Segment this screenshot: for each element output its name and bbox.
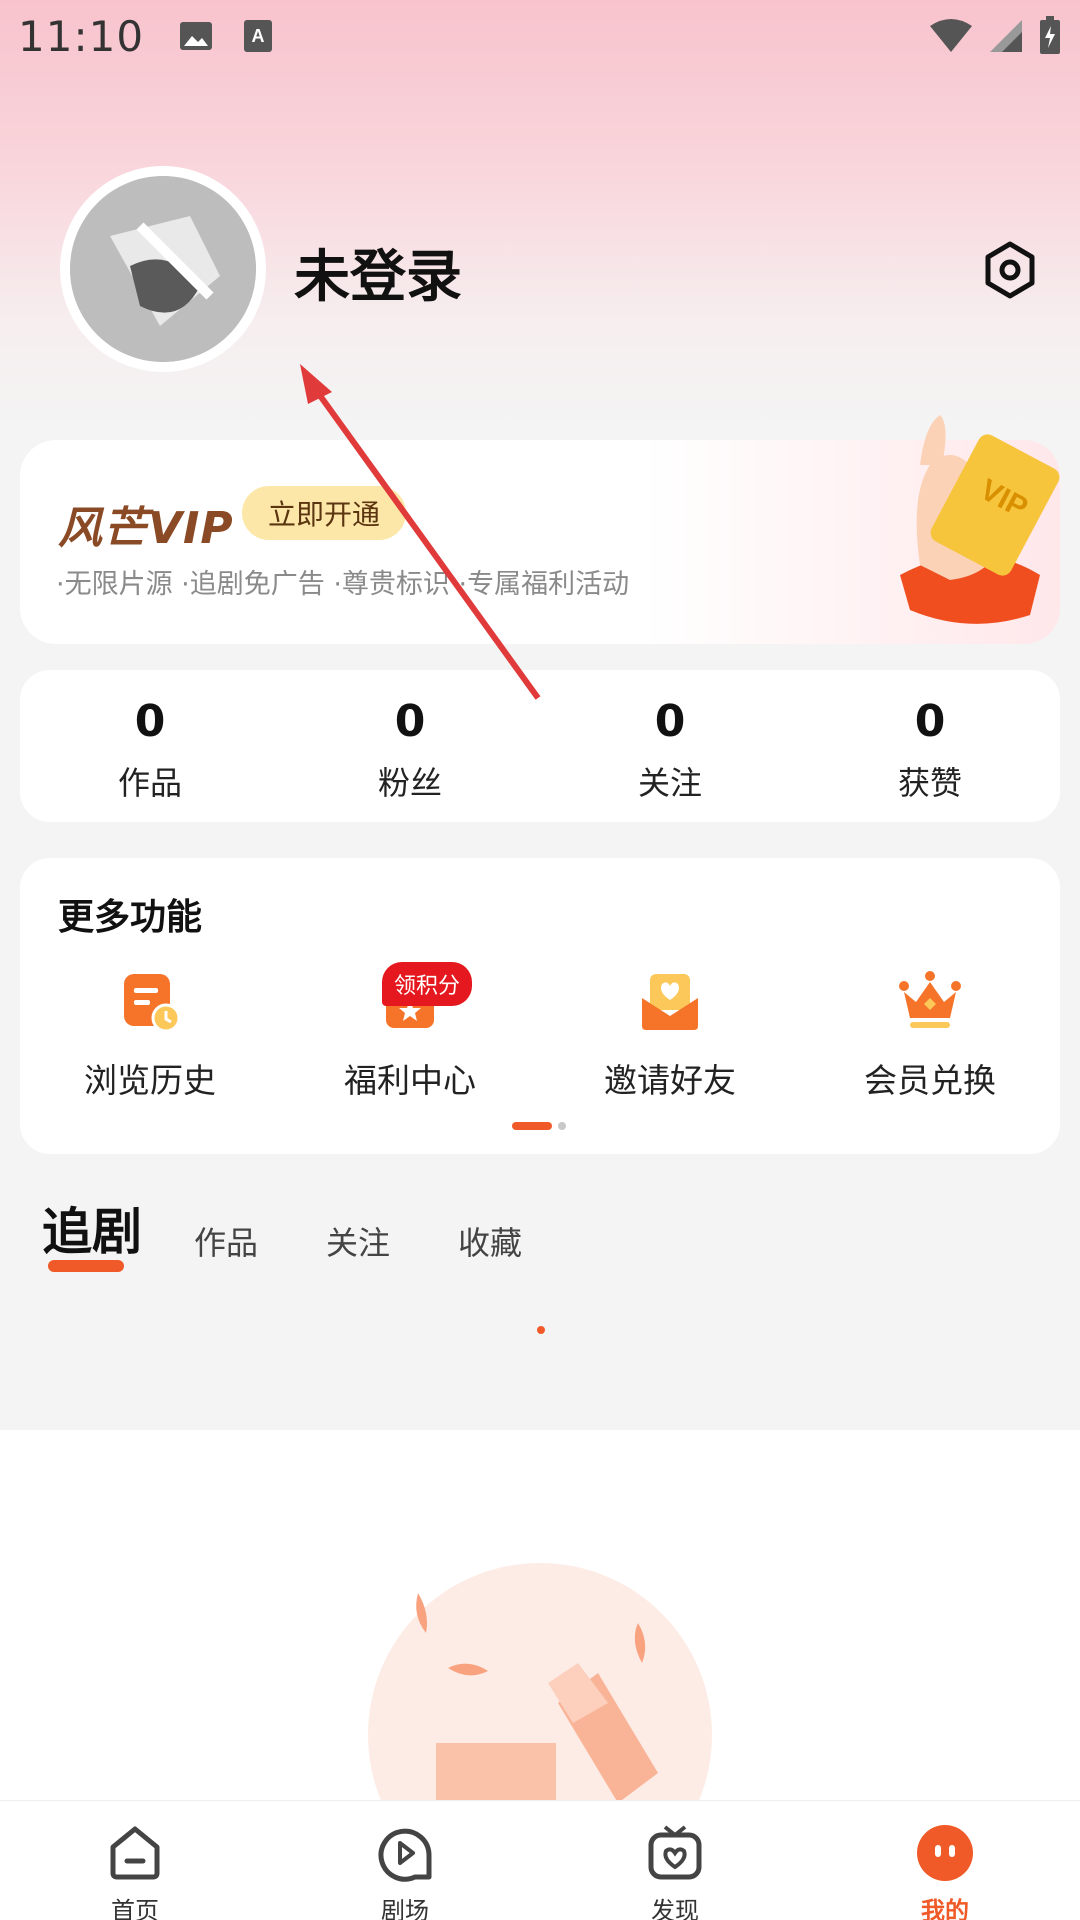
stats-card: 0 作品 0 粉丝 0 关注 0 获赞 bbox=[20, 670, 1060, 822]
tab-following[interactable]: 关注 bbox=[326, 1218, 390, 1264]
stat-value: 0 bbox=[654, 696, 686, 747]
feature-label: 会员兑换 bbox=[864, 1061, 996, 1100]
stat-following[interactable]: 0 关注 bbox=[540, 670, 800, 822]
feature-label: 邀请好友 bbox=[604, 1061, 736, 1100]
avatar[interactable] bbox=[60, 166, 266, 372]
stat-likes[interactable]: 0 获赞 bbox=[800, 670, 1060, 822]
stat-value: 0 bbox=[914, 696, 946, 747]
tab-active-indicator bbox=[48, 1260, 124, 1272]
content-tabs: 追剧 作品 关注 收藏 bbox=[42, 1192, 590, 1272]
empty-state-area bbox=[0, 1430, 1080, 1803]
default-avatar-image bbox=[70, 176, 256, 362]
battery-icon bbox=[1040, 16, 1060, 54]
page-indicator-active bbox=[512, 1122, 552, 1130]
vip-logo: 风芒VIP bbox=[58, 503, 234, 554]
status-time: 11:10 bbox=[18, 11, 145, 61]
tab-following-dramas[interactable]: 追剧 bbox=[42, 1192, 142, 1272]
invite-envelope-icon bbox=[642, 974, 698, 1030]
stat-value: 0 bbox=[134, 696, 166, 747]
tab-label: 关注 bbox=[326, 1224, 391, 1262]
nav-theater[interactable]: 剧场 bbox=[270, 1801, 540, 1920]
vip-card[interactable]: 风芒VIP 立即开通 ·无限片源 ·追剧免广告 ·尊贵标识 ·专属福利活动 VI… bbox=[20, 415, 1060, 644]
history-icon bbox=[124, 974, 181, 1033]
signal-icon bbox=[990, 20, 1022, 52]
loading-indicator bbox=[537, 1326, 545, 1334]
tab-label: 作品 bbox=[194, 1224, 259, 1262]
stat-label: 获赞 bbox=[897, 764, 962, 802]
nav-mine[interactable]: 我的 bbox=[810, 1801, 1080, 1920]
more-functions-card: 更多功能 浏览历史 福利中心 邀请好友 会员兑换 领积分 bbox=[20, 858, 1060, 1154]
nav-discover[interactable]: 发现 bbox=[540, 1801, 810, 1920]
points-badge: 领积分 bbox=[382, 962, 473, 1006]
tab-favorites[interactable]: 收藏 bbox=[458, 1218, 522, 1264]
tv-heart-icon bbox=[648, 1825, 702, 1880]
profile-icon bbox=[917, 1825, 973, 1881]
section-title: 更多功能 bbox=[58, 897, 203, 938]
nav-label: 首页 bbox=[111, 1897, 159, 1920]
feature-invite[interactable]: 邀请好友 bbox=[540, 970, 800, 1102]
page-indicator bbox=[512, 1122, 566, 1130]
nav-label: 剧场 bbox=[381, 1897, 429, 1920]
home-icon bbox=[110, 1826, 160, 1880]
nav-home[interactable]: 首页 bbox=[0, 1801, 270, 1920]
tab-label: 收藏 bbox=[458, 1224, 523, 1262]
gallery-notification-icon bbox=[180, 22, 213, 50]
wifi-icon bbox=[930, 19, 972, 52]
stat-value: 0 bbox=[394, 696, 426, 747]
tab-label: 追剧 bbox=[42, 1203, 142, 1261]
nav-label: 我的 bbox=[921, 1897, 969, 1920]
nav-label: 发现 bbox=[651, 1897, 699, 1920]
feature-vip-exchange[interactable]: 会员兑换 bbox=[800, 970, 1060, 1102]
svg-text:A: A bbox=[252, 26, 265, 46]
vip-hand-illustration: VIP bbox=[900, 415, 1060, 624]
vip-open-button[interactable]: 立即开通 bbox=[242, 486, 407, 540]
stat-label: 作品 bbox=[117, 764, 182, 802]
tab-works[interactable]: 作品 bbox=[194, 1218, 258, 1264]
play-icon bbox=[378, 1828, 432, 1882]
page-indicator-dot bbox=[558, 1122, 566, 1130]
status-bar: 11:10 A bbox=[0, 0, 1080, 72]
empty-box-illustration bbox=[368, 1563, 712, 1803]
stat-label: 关注 bbox=[637, 764, 702, 802]
login-status[interactable]: 未登录 bbox=[294, 232, 462, 313]
feature-label: 福利中心 bbox=[344, 1061, 476, 1100]
bottom-navigation: 首页 剧场 发现 我的 bbox=[0, 1800, 1080, 1920]
keyboard-notification-icon: A bbox=[244, 20, 273, 52]
settings-icon[interactable] bbox=[980, 240, 1040, 300]
feature-label: 浏览历史 bbox=[84, 1061, 216, 1100]
stat-works[interactable]: 0 作品 bbox=[20, 670, 280, 822]
stat-fans[interactable]: 0 粉丝 bbox=[280, 670, 540, 822]
feature-history[interactable]: 浏览历史 bbox=[20, 970, 280, 1102]
crown-icon bbox=[899, 971, 961, 1028]
stat-label: 粉丝 bbox=[377, 764, 442, 802]
vip-benefits: ·无限片源 ·追剧免广告 ·尊贵标识 ·专属福利活动 bbox=[56, 569, 630, 600]
